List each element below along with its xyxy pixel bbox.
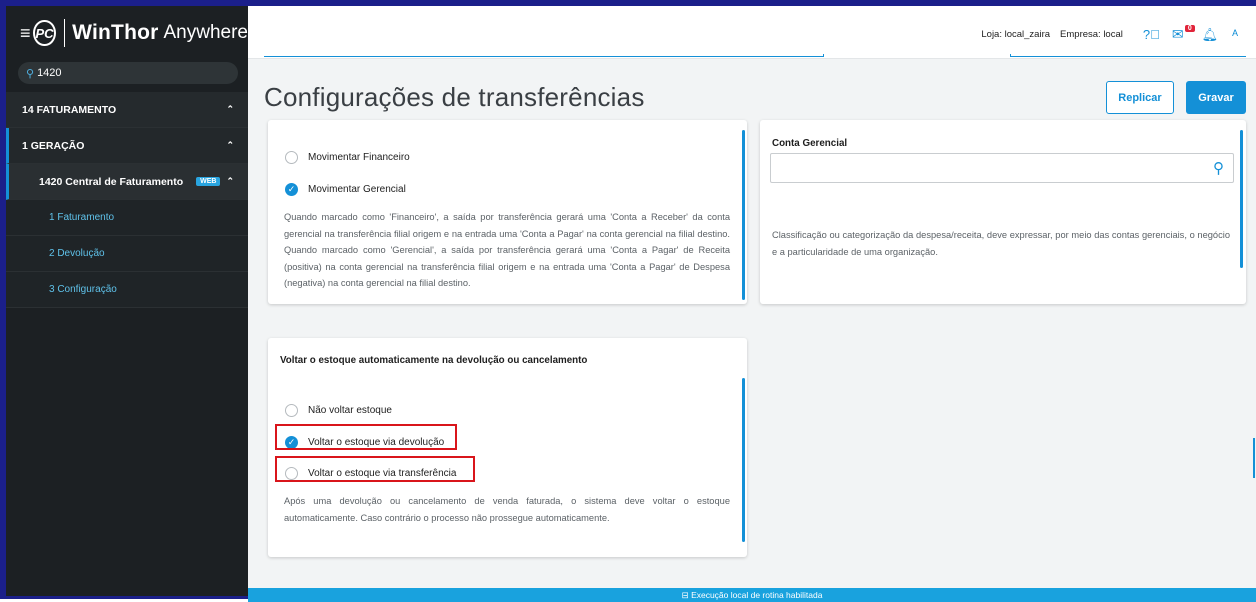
radio-movimentar-gerencial[interactable]: ✓ Movimentar Gerencial	[285, 183, 406, 196]
empresa-label: Empresa: local	[1060, 29, 1123, 40]
nav-central-faturamento[interactable]: 1420 Central de Faturamento WEB ⌃	[6, 164, 248, 200]
web-badge: WEB	[196, 177, 221, 186]
gravar-button[interactable]: Gravar	[1186, 81, 1246, 114]
highlight-box-transferencia	[275, 456, 475, 482]
conta-gerencial-card: Conta Gerencial ⚲ Classificação ou categ…	[760, 120, 1246, 304]
top-field-border-right	[1010, 54, 1246, 57]
page-title: Configurações de transferências	[264, 82, 645, 112]
search-value: 1420	[37, 67, 62, 79]
radio-label: Não voltar estoque	[308, 405, 392, 416]
sidebar: ≡ PC WinThor Anywhere ⚲ 1420 14 FATURAME…	[6, 6, 248, 596]
radio-label: Movimentar Financeiro	[308, 152, 410, 163]
highlight-box-devolucao	[275, 424, 457, 450]
nav-geracao[interactable]: 1 GERAÇÃO ⌃	[6, 128, 248, 164]
top-bar: Loja: local_zaira Empresa: local ?⃝ ✉ 0 🔔…	[248, 6, 1256, 59]
radio-label: Movimentar Gerencial	[308, 184, 406, 195]
chevron-up-icon: ⌃	[226, 176, 234, 186]
conta-gerencial-description: Classificação ou categorização da despes…	[772, 230, 1230, 257]
brand-bar: ≡ PC WinThor Anywhere	[6, 6, 248, 60]
conta-gerencial-input[interactable]: ⚲	[770, 153, 1234, 183]
brand-divider	[63, 19, 65, 47]
radio-nao-voltar-estoque[interactable]: Não voltar estoque	[285, 404, 392, 417]
chevron-up-icon: ⌃	[226, 140, 234, 150]
app-subtitle: Anywhere	[163, 22, 249, 43]
nav-sub-faturamento[interactable]: 1 Faturamento	[6, 200, 248, 236]
pc-logo: PC	[33, 20, 56, 46]
nav-geracao-label: 1 GERAÇÃO	[22, 139, 85, 152]
card3-scrollbar[interactable]	[742, 378, 745, 542]
voltar-estoque-description: Após uma devolução ou cancelamento de ve…	[284, 496, 730, 523]
nav-central-label: 1420 Central de Faturamento	[39, 175, 184, 188]
top-field-border-left	[264, 54, 824, 57]
search-icon: ⚲	[26, 67, 35, 80]
main-area: Loja: local_zaira Empresa: local ?⃝ ✉ 0 🔔…	[248, 6, 1256, 602]
app-title: WinThor	[72, 21, 159, 44]
nav-sub-configuracao[interactable]: 3 Configuração	[6, 272, 248, 308]
search-input[interactable]: ⚲ 1420	[18, 62, 238, 84]
user-icon[interactable]: ᴬ	[1232, 27, 1238, 42]
radio-movimentar-financeiro[interactable]: Movimentar Financeiro	[285, 151, 410, 164]
movimentar-description: Quando marcado como 'Financeiro', a saíd…	[284, 212, 730, 289]
status-footer: ⊟ Execução local de rotina habilitada	[248, 588, 1256, 602]
card1-scrollbar[interactable]	[742, 130, 745, 300]
movimentar-card: Movimentar Financeiro ✓ Movimentar Geren…	[268, 120, 747, 304]
radio-circle	[285, 151, 298, 164]
search-icon[interactable]: ⚲	[1213, 159, 1224, 177]
radio-circle	[285, 404, 298, 417]
help-icon[interactable]: ?⃝	[1143, 27, 1160, 42]
nav-faturamento[interactable]: 14 FATURAMENTO ⌃	[6, 92, 248, 128]
mail-count-badge: 0	[1184, 25, 1195, 32]
replicar-button[interactable]: Replicar	[1106, 81, 1174, 114]
nav-faturamento-label: 14 FATURAMENTO	[22, 103, 117, 116]
nav-sub-faturamento-label: 1 Faturamento	[49, 212, 115, 223]
nav-sub-devolucao-label: 2 Devolução	[49, 248, 105, 259]
top-right-info: Loja: local_zaira Empresa: local ?⃝ ✉ 0 🔔…	[981, 25, 1238, 43]
card2-scrollbar[interactable]	[1240, 130, 1243, 268]
nav-sub-configuracao-label: 3 Configuração	[49, 284, 117, 295]
bell-icon[interactable]: 🔔︎	[1202, 27, 1219, 43]
conta-gerencial-label: Conta Gerencial	[772, 138, 848, 149]
hamburger-menu-icon[interactable]: ≡	[20, 23, 33, 44]
loja-label: Loja: local_zaira	[981, 29, 1051, 40]
nav-sub-devolucao[interactable]: 2 Devolução	[6, 236, 248, 272]
check-icon: ✓	[285, 183, 298, 196]
mail-icon[interactable]: ✉ 0	[1172, 25, 1195, 43]
page-scrollbar[interactable]	[1253, 438, 1255, 478]
voltar-estoque-title: Voltar o estoque automaticamente na devo…	[280, 355, 588, 366]
chevron-up-icon: ⌃	[226, 104, 234, 114]
